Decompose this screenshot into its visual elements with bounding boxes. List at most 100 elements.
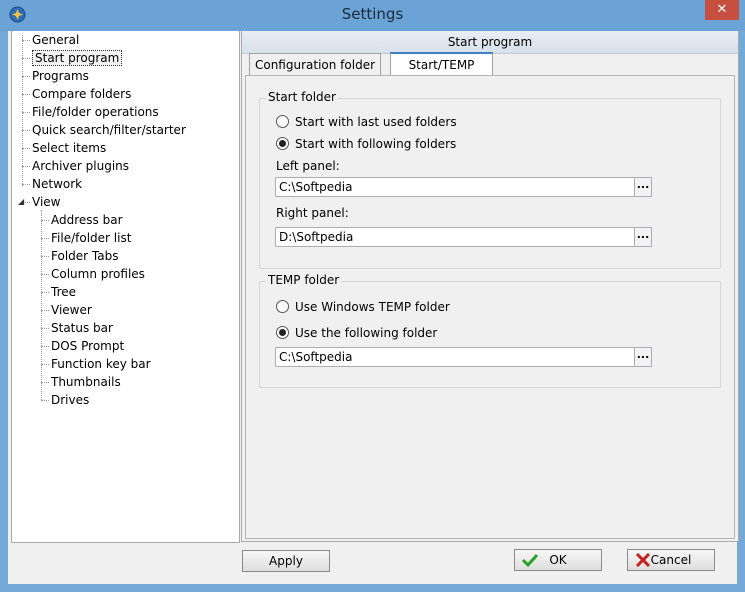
radio-label: Use the following folder	[295, 326, 438, 340]
tree-item-label: Select items	[32, 141, 107, 155]
tree-item[interactable]: Tree	[51, 284, 76, 300]
tree-item[interactable]: Function key bar	[51, 356, 151, 372]
window-title: Settings	[341, 5, 404, 23]
client-area: General Start program Programs Compare fold…	[8, 31, 739, 584]
tree-item[interactable]: Programs	[32, 68, 89, 84]
tree-item[interactable]: DOS Prompt	[51, 338, 124, 354]
radio-label: Start with last used folders	[295, 115, 457, 129]
radio-label: Start with following folders	[295, 137, 457, 151]
tree-item[interactable]: File/folder list	[51, 230, 131, 246]
temp-folder-field[interactable]: ...	[275, 347, 652, 367]
radio-start-following[interactable]: Start with following folders	[276, 136, 456, 152]
tree-item-label: DOS Prompt	[51, 339, 125, 353]
tree-item[interactable]: Drives	[51, 392, 89, 408]
tree-connector	[41, 256, 49, 257]
ok-button[interactable]: OK	[514, 549, 602, 571]
tree-connector	[41, 220, 49, 221]
tree-item-label: Folder Tabs	[51, 249, 119, 263]
tree-item[interactable]: Select items	[32, 140, 106, 156]
tab-configuration-folder[interactable]: Configuration folder	[249, 53, 381, 76]
tree-connector	[41, 274, 49, 275]
title-bar[interactable]: Settings ✕	[0, 0, 745, 31]
radio-label: Use Windows TEMP folder	[295, 300, 450, 314]
radio-indicator	[276, 326, 289, 339]
close-icon: ✕	[716, 2, 728, 17]
expand-arrow-icon[interactable]: ◢	[18, 197, 24, 206]
tree-connector	[22, 148, 30, 149]
radio-use-windows-temp[interactable]: Use Windows TEMP folder	[276, 299, 450, 315]
right-panel-browse-button[interactable]: ...	[634, 228, 651, 246]
tab-start-temp-folder[interactable]: Start/TEMP folder	[390, 52, 493, 94]
tree-item-label: Drives	[51, 393, 90, 407]
tree-item[interactable]: View	[32, 194, 60, 210]
tree-item[interactable]: Column profiles	[51, 266, 145, 282]
settings-panel: Start program Configuration folder Start…	[241, 31, 739, 542]
tree-item-label: Archiver plugins	[32, 159, 130, 173]
tree-item[interactable]: Viewer	[51, 302, 92, 318]
tree-item[interactable]: General	[32, 32, 79, 48]
tree-connector	[41, 238, 49, 239]
radio-use-following-folder[interactable]: Use the following folder	[276, 325, 437, 341]
tree-item-label: Address bar	[51, 213, 123, 227]
radio-indicator	[276, 300, 289, 313]
tree-connector	[41, 328, 49, 329]
tree-item-label: Network	[32, 177, 83, 191]
tree-item[interactable]: Thumbnails	[51, 374, 121, 390]
tree-item-label: File/folder operations	[32, 105, 159, 119]
tree-item-label: Quick search/filter/starter	[32, 123, 186, 137]
tree-connector	[41, 346, 49, 347]
tree-item-label: Status bar	[51, 321, 113, 335]
panel-header: Start program	[242, 31, 738, 54]
tree-item-label: Tree	[51, 285, 77, 299]
tree-item[interactable]: Archiver plugins	[32, 158, 129, 174]
tree-item-label: Compare folders	[32, 87, 132, 101]
settings-tree[interactable]: General Start program Programs Compare fold…	[11, 31, 240, 543]
tree-connector	[22, 76, 30, 77]
tree-connector	[22, 166, 30, 167]
temp-folder-group: TEMP folder Use Windows TEMP folder Use …	[259, 273, 721, 388]
cross-icon	[635, 553, 651, 567]
tree-item[interactable]: Network	[32, 176, 82, 192]
tree-item-label: Viewer	[51, 303, 92, 317]
tree-item[interactable]: Quick search/filter/starter	[32, 122, 186, 138]
start-folder-title: Start folder	[266, 90, 338, 104]
temp-folder-title: TEMP folder	[266, 273, 342, 287]
tree-item[interactable]: Address bar	[51, 212, 123, 228]
checkmark-icon	[522, 553, 538, 567]
cancel-button[interactable]: Cancel	[627, 549, 715, 571]
tree-item[interactable]: File/folder operations	[32, 104, 159, 120]
radio-indicator	[276, 137, 289, 150]
tab-content: Start folder Start with last used folder…	[245, 75, 735, 539]
radio-start-last-used[interactable]: Start with last used folders	[276, 114, 457, 130]
tree-item-label: Thumbnails	[51, 375, 121, 389]
tree-connector	[41, 382, 49, 383]
apply-button[interactable]: Apply	[242, 550, 330, 572]
tree-item-label: Column profiles	[51, 267, 145, 281]
tree-connector	[41, 364, 49, 365]
tree-connector	[41, 310, 49, 311]
tree-connector	[22, 58, 30, 59]
tree-item[interactable]: Folder Tabs	[51, 248, 118, 264]
tree-item[interactable]: Compare folders	[32, 86, 131, 102]
temp-folder-browse-button[interactable]: ...	[634, 348, 651, 366]
tree-item-label: General	[32, 33, 80, 47]
tree-item-label: Function key bar	[51, 357, 151, 371]
close-button[interactable]: ✕	[705, 0, 739, 20]
tree-connector	[41, 210, 42, 400]
tree-item[interactable]: Status bar	[51, 320, 113, 336]
temp-folder-input[interactable]	[279, 350, 629, 364]
left-panel-label: Left panel:	[276, 159, 340, 173]
tree-connector	[22, 130, 30, 131]
right-panel-input[interactable]	[279, 230, 629, 244]
right-panel-label: Right panel:	[276, 206, 349, 220]
start-folder-group: Start folder Start with last used folder…	[259, 90, 721, 269]
tree-item-label: View	[32, 195, 61, 209]
right-panel-field[interactable]: ...	[275, 227, 652, 247]
tree-connector	[22, 112, 30, 113]
left-panel-browse-button[interactable]: ...	[634, 178, 651, 196]
tree-item[interactable]: Start program	[32, 50, 123, 66]
tree-connector	[41, 292, 49, 293]
left-panel-field[interactable]: ...	[275, 177, 652, 197]
tree-connector	[22, 94, 30, 95]
left-panel-input[interactable]	[279, 180, 629, 194]
